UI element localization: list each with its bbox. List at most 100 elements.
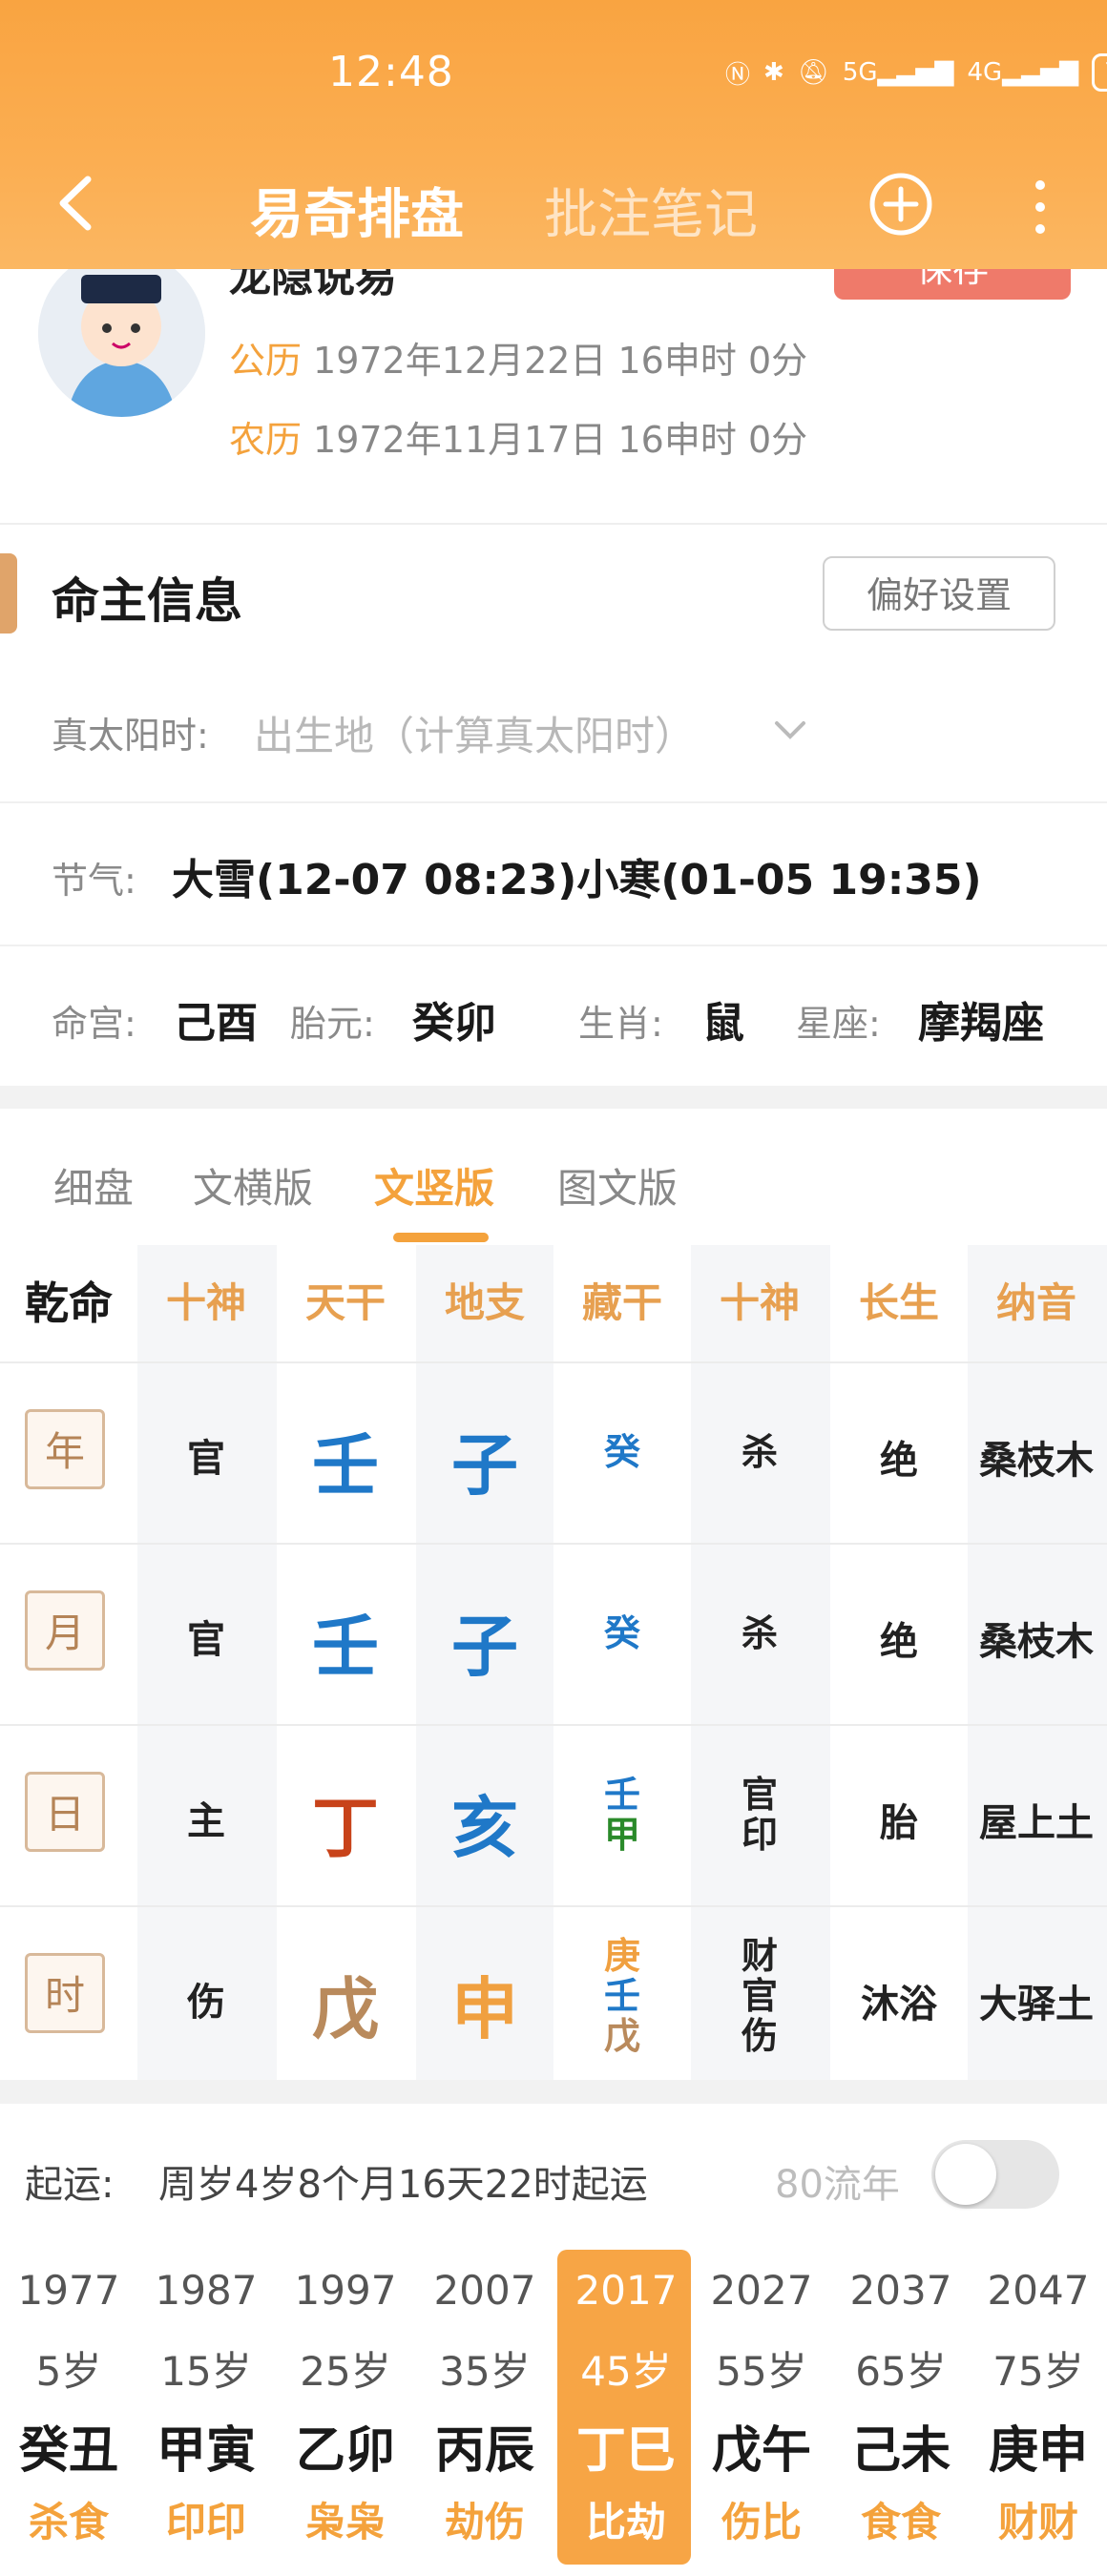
cell-dizhi: 申 (451, 1970, 518, 2048)
true-solar-time-row[interactable]: 真太阳时: 出生地（计算真太阳时） (0, 658, 1107, 801)
pillar-label: 日 (25, 1772, 105, 1852)
dayun-shishen: 杀食 (28, 2499, 109, 2545)
solar-label: 公历 (229, 340, 303, 382)
solar-value: 1972年12月22日 16申时 0分 (313, 340, 808, 382)
dayun-item[interactable]: 2027 55岁 戊午 伤比 (693, 2250, 830, 2565)
dayun-item[interactable]: 2017 45岁 丁巳 比劫 (557, 2250, 691, 2565)
true-solar-time-select[interactable]: 出生地（计算真太阳时） (254, 704, 695, 762)
nfc-icon: Ⓝ (725, 60, 751, 90)
tab-pizhu-biji[interactable]: 批注笔记 (544, 172, 758, 249)
active-tab-indicator (393, 1233, 489, 1242)
dayun-age: 35岁 (439, 2348, 531, 2395)
dayun-item[interactable]: 2037 65岁 己未 食食 (832, 2250, 970, 2565)
dayun-year: 1987 (155, 2267, 258, 2314)
net1-label: 5G (842, 58, 878, 87)
tab-xipan[interactable]: 细盘 (53, 1156, 134, 1215)
status-icons: Ⓝ ✱ 🔕︎ 5G▂▃▅▇ 4G▂▃▅▇ 70 (725, 53, 1107, 92)
table-row-divider (0, 1361, 1107, 1363)
dayun-strip: 1977 5岁 癸丑 杀食 1987 15岁 甲寅 印印 1997 25岁 乙卯… (0, 2250, 1107, 2576)
cell-changsheng: 沐浴 (861, 1983, 937, 2026)
pillar-label: 月 (25, 1590, 105, 1671)
app-header: 12:48 Ⓝ ✱ 🔕︎ 5G▂▃▅▇ 4G▂▃▅▇ 70 易奇排盘 批注笔记 (0, 0, 1107, 269)
cell-canggan: 戊 (603, 2015, 640, 2057)
dayun-item[interactable]: 1987 15岁 甲寅 印印 (137, 2250, 275, 2565)
table-row-divider (0, 1905, 1107, 1907)
more-vertical-icon[interactable] (1021, 174, 1059, 240)
taiyuan-label: 胎元: (290, 1003, 375, 1045)
dayun-year: 1977 (17, 2267, 120, 2314)
cell-nayin: 大驿土 (979, 1983, 1094, 2026)
dayun-ganzhi: 庚申 (988, 2422, 1088, 2480)
cell-tiangan: 戊 (312, 1970, 379, 2048)
taiyuan-value: 癸卯 (412, 999, 496, 1048)
dayun-age: 15岁 (160, 2348, 252, 2395)
liunian-toggle[interactable] (931, 2140, 1059, 2209)
table-header-canggan: 藏干 (581, 1279, 662, 1326)
cell-shishen: 官 (187, 1437, 225, 1481)
nav-bar: 易奇排盘 批注笔记 (0, 153, 1107, 258)
table-header-shishen: 十神 (165, 1279, 246, 1326)
dayun-item[interactable]: 1977 5岁 癸丑 杀食 (0, 2250, 137, 2565)
cell-nayin: 桑枝木 (979, 1439, 1094, 1483)
dayun-year: 2047 (987, 2267, 1090, 2314)
add-circle-icon[interactable] (868, 172, 933, 237)
jieqi-value: 大雪(12-07 08:23)小寒(01-05 19:35) (172, 856, 982, 904)
shengxiao-label: 生肖: (578, 1003, 663, 1045)
cell-canggan: 壬 (603, 1975, 640, 2017)
chevron-down-icon[interactable] (771, 716, 809, 744)
cell-canggan-shishen: 杀 (741, 1431, 778, 1473)
table-row-divider (0, 1543, 1107, 1545)
shengxiao-value: 鼠 (702, 999, 744, 1048)
cell-tiangan: 壬 (312, 1608, 379, 1686)
tab-wenshuban[interactable]: 文竖版 (374, 1156, 494, 1215)
dayun-year: 2017 (574, 2267, 678, 2314)
dayun-age: 5岁 (35, 2348, 102, 2395)
section-separator-2 (0, 2080, 1107, 2104)
solar-date-line: 公历 1972年12月22日 16申时 0分 (229, 331, 807, 384)
dayun-ganzhi: 丙辰 (434, 2422, 534, 2480)
minggong-value: 己酉 (174, 999, 258, 1048)
cell-canggan-shishen: 杀 (741, 1612, 778, 1654)
dayun-shishen: 比劫 (585, 2499, 666, 2545)
dayun-shishen: 伤比 (721, 2499, 802, 2545)
dayun-item[interactable]: 2047 75岁 庚申 财财 (970, 2250, 1107, 2565)
bluetooth-icon: ✱ (763, 58, 784, 87)
dayun-shishen: 印印 (165, 2499, 246, 2545)
dayun-item[interactable]: 1997 25岁 乙卯 枭枭 (277, 2250, 414, 2565)
preference-settings-button[interactable]: 偏好设置 (823, 556, 1055, 631)
status-bar: 12:48 Ⓝ ✱ 🔕︎ 5G▂▃▅▇ 4G▂▃▅▇ 70 (0, 0, 1107, 143)
cell-canggan: 壬 (603, 1774, 640, 1816)
battery-icon: 70 (1092, 53, 1107, 92)
tab-wenhengban[interactable]: 文横版 (193, 1156, 313, 1215)
dayun-year: 2037 (849, 2267, 952, 2314)
dayun-item[interactable]: 2007 35岁 丙辰 劫伤 (416, 2250, 554, 2565)
profile-card: 龙隐说易 保存 公历 1972年12月22日 16申时 0分 农历 1972年11月… (0, 250, 1107, 523)
cell-changsheng: 绝 (880, 1620, 918, 1664)
back-arrow-icon[interactable] (46, 170, 113, 237)
dayun-age: 45岁 (580, 2348, 672, 2395)
dayun-age: 65岁 (855, 2348, 947, 2395)
tab-yiqi-paipan[interactable]: 易奇排盘 (250, 172, 464, 249)
dayun-ganzhi: 丁巳 (575, 2422, 676, 2480)
cell-canggan: 癸 (603, 1431, 640, 1473)
section-separator (0, 1086, 1107, 1109)
palace-row: 命宫: 己酉 胎元: 癸卯 生肖: 鼠 星座: 摩羯座 (0, 945, 1107, 1090)
signal-4g-icon: 4G▂▃▅▇ (967, 58, 1079, 87)
table-header-changsheng: 长生 (858, 1279, 939, 1326)
dayun-age: 75岁 (992, 2348, 1084, 2395)
minggong-label: 命宫: (52, 1003, 136, 1045)
tab-tuwenban[interactable]: 图文版 (557, 1156, 678, 1215)
signal-5g-icon: 5G▂▃▅▇ (842, 58, 954, 87)
cell-tiangan: 壬 (312, 1426, 379, 1505)
jieqi-row: 节气: 大雪(12-07 08:23)小寒(01-05 19:35) (0, 801, 1107, 946)
dayun-shishen: 枭枭 (304, 2499, 386, 2545)
cell-canggan: 癸 (603, 1612, 640, 1654)
cell-tiangan: 丁 (312, 1789, 379, 1867)
qiyun-label: 起运: (25, 2163, 115, 2207)
mute-icon: 🔕︎ (797, 58, 829, 87)
cell-dizhi: 亥 (451, 1789, 518, 1867)
cell-canggan-shishen: 财 (741, 1935, 778, 1977)
cell-dizhi: 子 (451, 1608, 518, 1686)
layout-tabs: 细盘 文横版 文竖版 图文版 (0, 1109, 1107, 1242)
section-accent-bar (0, 553, 17, 634)
